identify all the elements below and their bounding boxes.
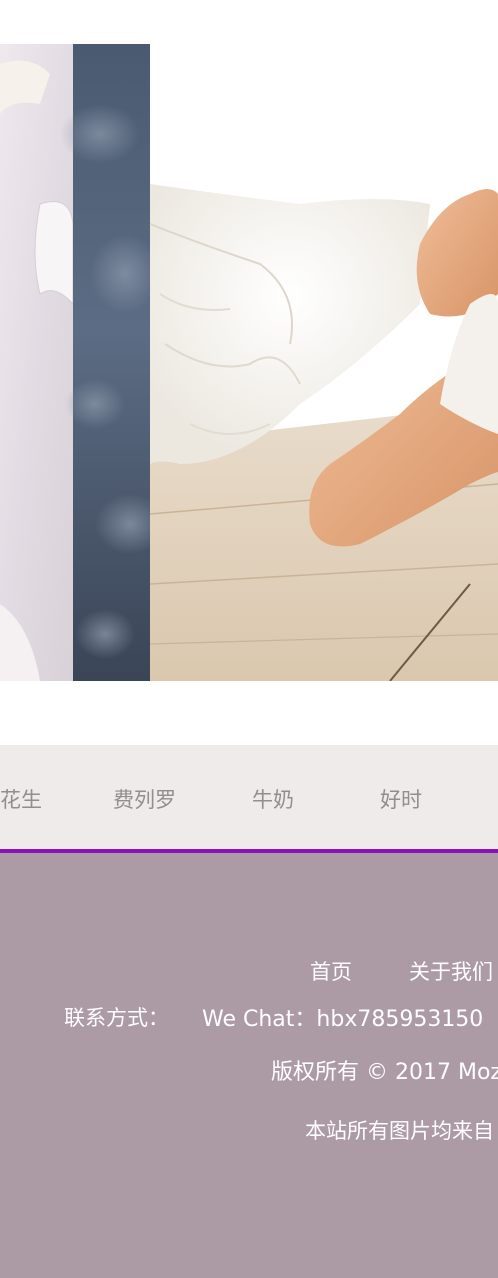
brand-link-ferrero[interactable]: 费列罗 [113,785,176,815]
brand-nav-bar: 花生 费列罗 牛奶 好时 [0,745,498,853]
hero-image [0,44,498,681]
wechat-contact: We Chat：hbx785953150 [202,1007,484,1032]
brand-link-milk[interactable]: 牛奶 [252,785,294,815]
brand-link-peanut[interactable]: 花生 [0,785,42,815]
hero-banner [0,44,498,681]
footer-nav-home[interactable]: 首页 [310,957,352,987]
brand-link-hershey[interactable]: 好时 [380,785,422,815]
image-disclaimer: 本站所有图片均来自 [305,1119,494,1143]
site-footer: 首页 关于我们 联系方式： We Chat：hbx785953150 版权所有 … [0,853,498,1278]
contact-label: 联系方式： [64,1006,169,1030]
copyright-text: 版权所有 © 2017 Moz [271,1060,498,1085]
footer-nav-about[interactable]: 关于我们 [409,957,493,987]
